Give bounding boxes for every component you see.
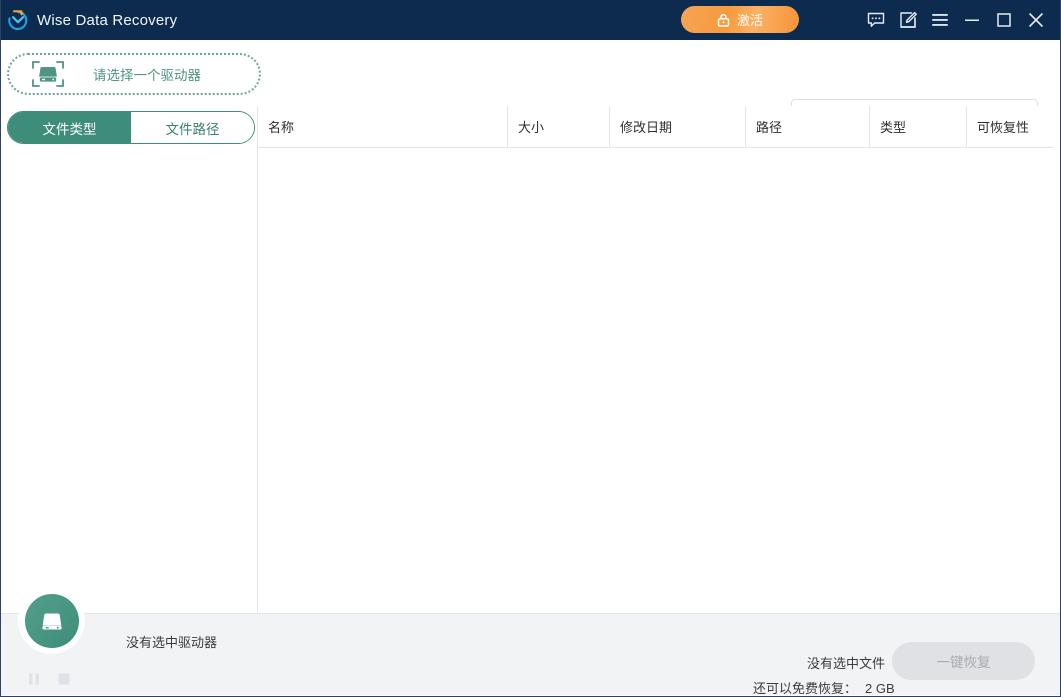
hard-drive-icon[interactable] [25, 594, 79, 648]
hard-drive-scan-icon [31, 60, 65, 88]
column-header-recoverability[interactable]: 可恢复性 [966, 106, 1054, 147]
activate-button[interactable]: 激活 [681, 6, 799, 33]
free-quota-status: 还可以免费恢复： 2 GB [753, 678, 895, 697]
lock-icon [717, 13, 730, 27]
app-title: Wise Data Recovery [37, 12, 177, 29]
table-header: 名称 大小 修改日期 路径 类型 可恢复性 [258, 106, 1054, 147]
maximize-icon[interactable] [988, 0, 1020, 40]
toolbar: 请选择一个驱动器 过滤器 [1, 40, 1061, 106]
menu-icon[interactable] [924, 0, 956, 40]
free-quota-value: 2 GB [865, 681, 895, 696]
column-header-date[interactable]: 修改日期 [609, 106, 745, 147]
stop-icon[interactable] [57, 672, 71, 691]
free-quota-label: 还可以免费恢复： [753, 681, 857, 696]
scan-controls [27, 672, 71, 691]
activate-button-label: 激活 [737, 10, 763, 29]
feedback-icon[interactable] [860, 0, 892, 40]
column-header-name[interactable]: 名称 [258, 106, 507, 147]
app-window: Wise Data Recovery 激活 [0, 0, 1061, 697]
drive-status-badge [18, 587, 85, 654]
recover-button[interactable]: 一键恢复 [892, 642, 1035, 680]
column-header-size[interactable]: 大小 [507, 106, 609, 147]
tab-file-path[interactable]: 文件路径 [131, 112, 254, 143]
drive-select-label: 请选择一个驱动器 [93, 64, 201, 84]
file-type-sidebar-list [1, 148, 257, 613]
no-file-status: 没有选中文件 [807, 653, 885, 672]
title-bar: Wise Data Recovery 激活 [1, 0, 1061, 40]
tab-file-type[interactable]: 文件类型 [8, 112, 131, 143]
file-results-table-body [258, 148, 1054, 613]
view-mode-tabs: 文件类型 文件路径 [7, 111, 255, 144]
close-icon[interactable] [1020, 0, 1052, 40]
minimize-icon[interactable] [956, 0, 988, 40]
no-drive-status: 没有选中驱动器 [126, 632, 217, 651]
column-header-type[interactable]: 类型 [869, 106, 966, 147]
footer-bar: 没有选中驱动器 没有选中文件 一键恢复 [1, 614, 1060, 695]
wise-recovery-logo-icon [7, 9, 29, 31]
drive-select-button[interactable]: 请选择一个驱动器 [7, 53, 261, 95]
column-header-path[interactable]: 路径 [745, 106, 869, 147]
window-controls [860, 0, 1052, 40]
pause-icon[interactable] [27, 672, 41, 691]
edit-icon[interactable] [892, 0, 924, 40]
